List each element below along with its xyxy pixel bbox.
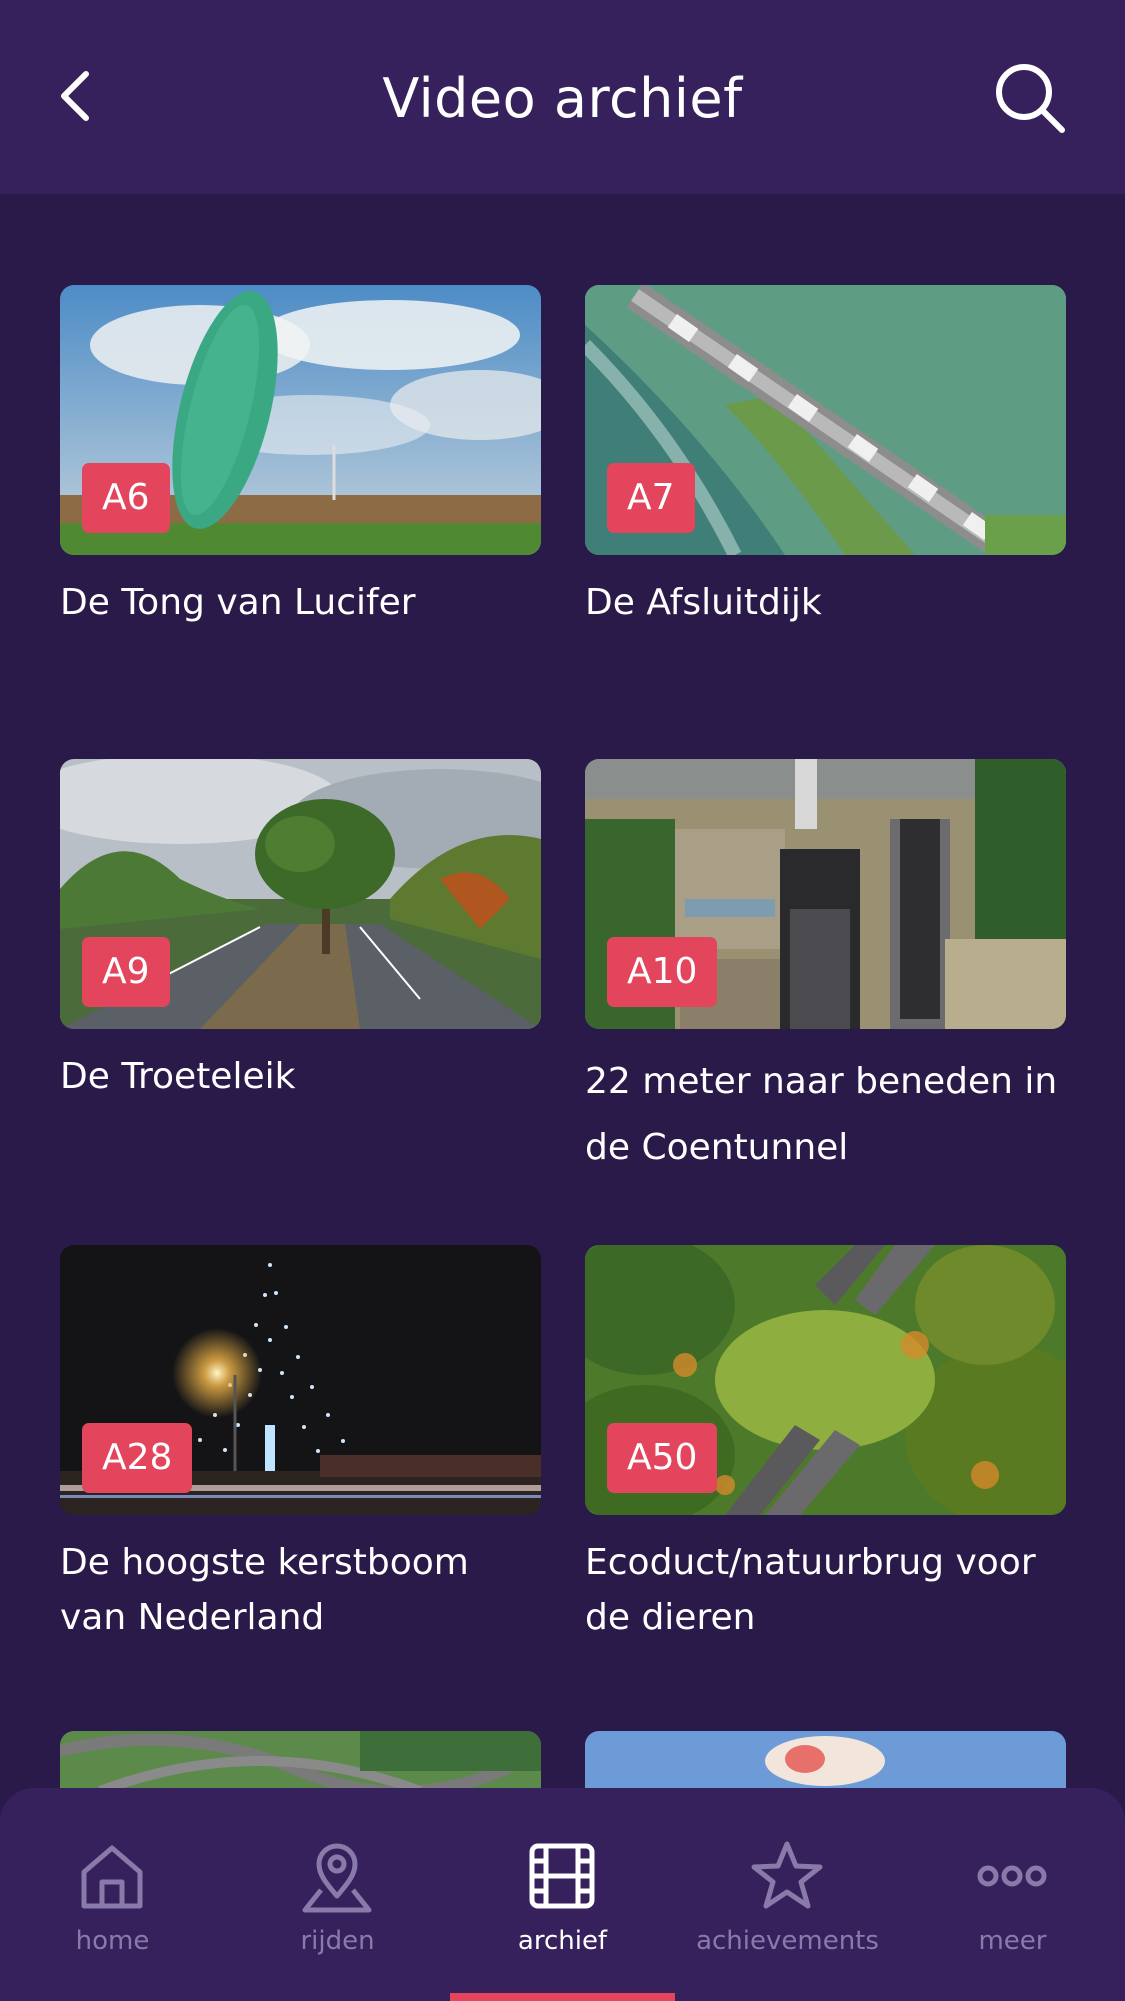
video-card[interactable] <box>585 1731 1066 1788</box>
video-title: Ecoduct/natuurbrug voor de dieren <box>585 1542 1036 1638</box>
video-card[interactable]: A6 De Tong van Lucifer <box>60 285 541 630</box>
road-badge: A50 <box>607 1423 718 1493</box>
video-card[interactable]: A10 22 meter naar beneden in de Coentunn… <box>585 759 1066 1181</box>
road-badge: A10 <box>607 937 718 1007</box>
tab-label: archief <box>517 1926 608 1956</box>
video-thumbnail <box>585 1731 1066 1788</box>
video-thumbnail: A7 <box>585 285 1066 555</box>
video-thumbnail: A50 <box>585 1245 1066 1515</box>
video-title: De hoogste kerstboom van Nederland <box>60 1542 469 1638</box>
video-title: De Afsluitdijk <box>585 582 822 623</box>
film-icon <box>529 1843 595 1909</box>
tab-label: home <box>75 1926 150 1956</box>
app-header: Video archief <box>0 0 1125 194</box>
video-card[interactable]: A7 De Afsluitdijk <box>585 285 1066 630</box>
tab-rijden[interactable]: rijden <box>225 1788 450 2001</box>
video-thumbnail <box>60 1731 541 1788</box>
road-badge: A9 <box>82 937 170 1007</box>
home-icon <box>81 1845 143 1909</box>
page-title: Video archief <box>382 67 743 130</box>
video-thumbnail: A28 <box>60 1245 541 1515</box>
road-badge: A7 <box>607 463 695 533</box>
tab-label: rijden <box>300 1926 375 1956</box>
video-grid: A6 De Tong van Lucifer A7 De Afsluitdijk… <box>0 194 1125 1788</box>
video-card[interactable]: A9 De Troeteleik <box>60 759 541 1104</box>
tab-meer[interactable]: meer <box>900 1788 1125 2001</box>
map-pin-icon <box>302 1843 372 1913</box>
more-dots-icon <box>977 1865 1047 1887</box>
bottom-tab-bar: home rijden archief achievements meer <box>0 1788 1125 2001</box>
active-tab-indicator <box>450 1993 675 2001</box>
video-card[interactable] <box>60 1731 541 1788</box>
search-icon <box>996 64 1065 133</box>
road-badge: A6 <box>82 463 170 533</box>
road-badge: A28 <box>82 1423 193 1493</box>
video-thumbnail: A9 <box>60 759 541 1029</box>
video-card[interactable]: A28 De hoogste kerstboom van Nederland <box>60 1245 541 1645</box>
video-title: 22 meter naar beneden in de Coentunnel <box>585 1061 1058 1168</box>
tab-label: achievements <box>696 1926 879 1956</box>
tab-home[interactable]: home <box>0 1788 225 2001</box>
video-title: De Tong van Lucifer <box>60 582 416 623</box>
tab-archief[interactable]: archief <box>450 1788 675 2001</box>
video-card[interactable]: A50 Ecoduct/natuurbrug voor de dieren <box>585 1245 1066 1645</box>
star-icon <box>751 1841 823 1909</box>
tab-label: meer <box>978 1926 1047 1956</box>
video-thumbnail: A6 <box>60 285 541 555</box>
search-button[interactable] <box>990 58 1070 138</box>
tab-achievements[interactable]: achievements <box>675 1788 900 2001</box>
video-title: De Troeteleik <box>60 1056 296 1097</box>
video-thumbnail: A10 <box>585 759 1066 1029</box>
